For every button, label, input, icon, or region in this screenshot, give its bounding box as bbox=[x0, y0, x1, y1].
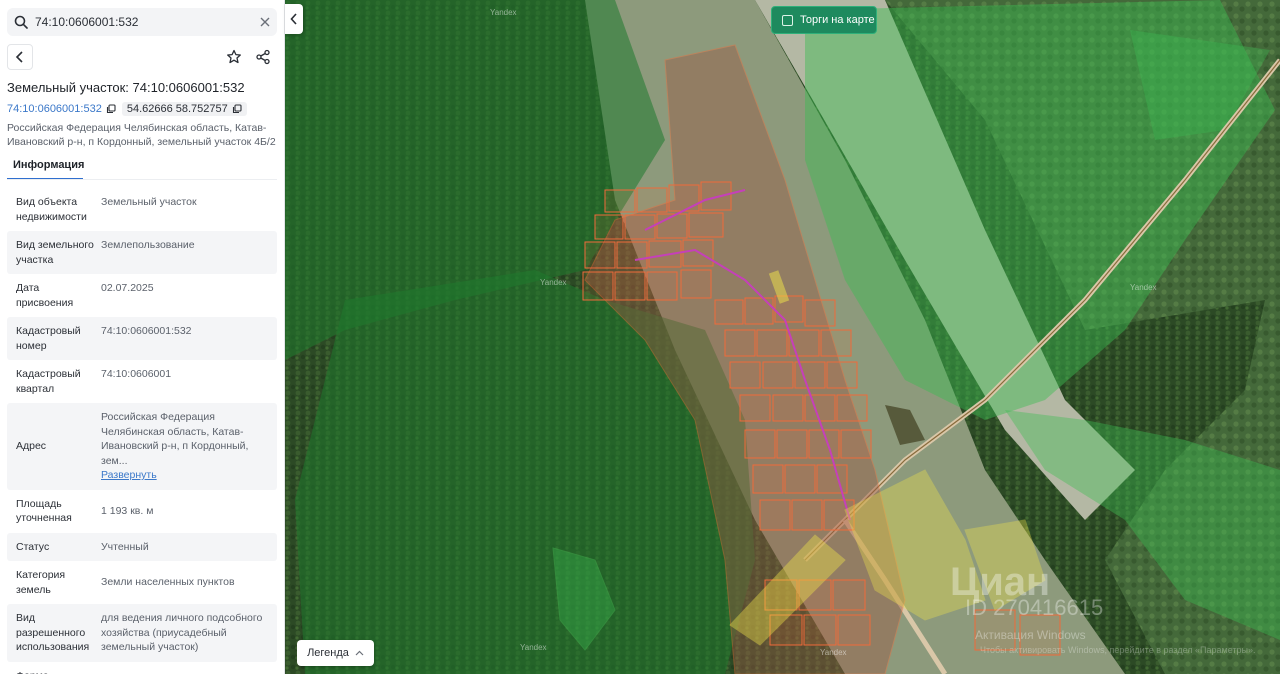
info-value: Земельный участок bbox=[101, 188, 277, 231]
info-key: Кадастровый квартал bbox=[16, 368, 81, 395]
info-value-text: Учтенный bbox=[101, 540, 149, 553]
yandex-label: Yandex bbox=[520, 643, 547, 652]
cadastral-number-link[interactable]: 74:10:0606001:532 bbox=[7, 103, 116, 115]
info-value: 74:10:0606001 bbox=[101, 360, 277, 403]
chevron-left-icon bbox=[290, 13, 297, 25]
info-value: Российская Федерация Челябинская область… bbox=[101, 403, 277, 490]
copy-icon[interactable] bbox=[232, 104, 242, 114]
cadastral-number-text: 74:10:0606001:532 bbox=[7, 103, 102, 115]
search-input[interactable] bbox=[35, 8, 253, 36]
coordinates-chip[interactable]: 54.62666 58.752757 bbox=[121, 102, 247, 116]
info-row-object-type: Вид объекта недвижимости Земельный участ… bbox=[7, 188, 277, 231]
tab-information[interactable]: Информация bbox=[7, 156, 84, 180]
info-value bbox=[101, 662, 277, 674]
search-icon bbox=[7, 8, 35, 36]
copy-icon[interactable] bbox=[106, 104, 116, 114]
info-value-text: 1 193 кв. м bbox=[101, 504, 154, 517]
collapse-panel-button[interactable] bbox=[285, 4, 303, 34]
trades-on-map-toggle[interactable]: Торги на карте bbox=[771, 6, 877, 34]
yandex-label: Yandex bbox=[540, 278, 567, 287]
info-key: Категория земель bbox=[16, 569, 66, 596]
info-row-address: Адрес Российская Федерация Челябинская о… bbox=[7, 403, 277, 490]
tab-divider bbox=[7, 179, 277, 180]
info-value: Землепользование bbox=[101, 231, 277, 274]
info-row-parcel-type: Вид земельного участка Землепользование bbox=[7, 231, 277, 274]
info-value-text: Земли населенных пунктов bbox=[101, 576, 235, 588]
chevron-left-icon bbox=[15, 51, 23, 63]
info-value: 02.07.2025 bbox=[101, 274, 277, 317]
info-value: для ведения личного подсобного хозяйства… bbox=[101, 604, 277, 662]
info-value: Учтенный bbox=[101, 533, 277, 562]
info-key: Площадь уточненная bbox=[16, 497, 72, 525]
info-key: Адрес bbox=[16, 440, 47, 452]
trades-on-map-label: Торги на карте bbox=[800, 14, 875, 26]
parcel-title: Земельный участок: 74:10:0606001:532 bbox=[7, 80, 245, 95]
info-table: Вид объекта недвижимости Земельный участ… bbox=[7, 188, 277, 674]
info-value: Земли населенных пунктов bbox=[101, 561, 277, 604]
info-value-text: для ведения личного подсобного хозяйства… bbox=[101, 612, 263, 653]
info-row-status: Статус Учтенный bbox=[7, 532, 277, 562]
search-bar bbox=[7, 8, 277, 36]
coordinates-text: 54.62666 58.752757 bbox=[126, 103, 228, 115]
parcel-chips: 74:10:0606001:532 54.62666 58.752757 bbox=[7, 100, 247, 118]
yandex-label: Yandex bbox=[490, 8, 517, 17]
info-row-cadastral-number: Кадастровый номер 74:10:0606001:532 bbox=[7, 317, 277, 360]
share-icon bbox=[256, 49, 270, 65]
legend-label: Легенда bbox=[307, 647, 349, 659]
share-button[interactable] bbox=[250, 44, 276, 70]
panel-toolbar bbox=[7, 44, 277, 70]
legend-button[interactable]: Легенда bbox=[297, 640, 374, 666]
parcel-address: Российская Федерация Челябинская область… bbox=[7, 122, 276, 148]
windows-activation-title: Активация Windows bbox=[975, 628, 1086, 642]
info-key: Кадастровый номер bbox=[16, 325, 81, 352]
windows-activation-text: Чтобы активировать Windows, перейдите в … bbox=[980, 645, 1256, 655]
info-value-text: Землепользование bbox=[101, 239, 195, 251]
info-value-text: 74:10:0606001 bbox=[101, 368, 172, 380]
cian-watermark-id: ID 270416615 bbox=[965, 595, 1104, 620]
chevron-up-icon bbox=[355, 650, 364, 656]
yandex-label: Yandex bbox=[820, 648, 847, 657]
checkbox-icon[interactable] bbox=[782, 14, 793, 26]
info-value: 74:10:0606001:532 bbox=[101, 317, 277, 360]
info-value: 1 193 кв. м bbox=[101, 490, 277, 533]
yandex-label: Yandex bbox=[1130, 283, 1157, 292]
favorite-button[interactable] bbox=[221, 44, 247, 70]
info-value-text: 02.07.2025 bbox=[101, 282, 154, 294]
info-value-text: Земельный участок bbox=[101, 196, 197, 208]
info-row-land-category: Категория земель Земли населенных пункто… bbox=[7, 561, 277, 604]
info-value-text: 74:10:0606001:532 bbox=[101, 325, 192, 337]
close-icon[interactable] bbox=[253, 8, 277, 36]
info-row-permitted-use: Вид разрешенного использования для веден… bbox=[7, 604, 277, 662]
info-row-area: Площадь уточненная 1 193 кв. м bbox=[7, 490, 277, 533]
expand-address-link[interactable]: Развернуть bbox=[101, 468, 271, 483]
info-row-cadastral-quarter: Кадастровый квартал 74:10:0606001 bbox=[7, 360, 277, 403]
info-key: Дата присвоения bbox=[16, 282, 74, 309]
info-key: Статус bbox=[16, 540, 50, 553]
info-key: Вид земельного участка bbox=[16, 239, 94, 266]
info-key: Форма bbox=[7, 662, 101, 674]
info-key: Вид разрешенного использования bbox=[16, 612, 90, 653]
info-row-assignment-date: Дата присвоения 02.07.2025 bbox=[7, 274, 277, 317]
back-button[interactable] bbox=[7, 44, 33, 70]
info-panel: Земельный участок: 74:10:0606001:532 74:… bbox=[0, 0, 285, 674]
info-row-form: Форма bbox=[7, 662, 277, 674]
info-key: Вид объекта недвижимости bbox=[16, 196, 87, 223]
info-value-text: Российская Федерация Челябинская область… bbox=[101, 411, 249, 467]
star-icon bbox=[227, 49, 241, 64]
